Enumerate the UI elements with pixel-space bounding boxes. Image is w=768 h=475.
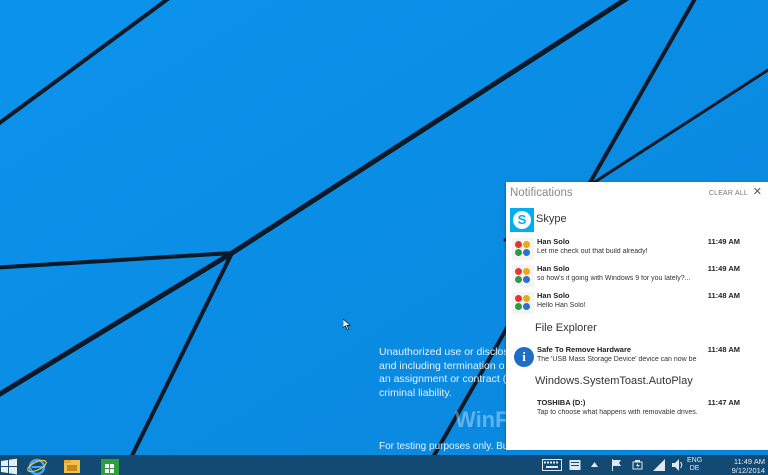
store-icon[interactable] — [99, 457, 121, 475]
show-hidden-icons-icon[interactable] — [591, 462, 598, 467]
action-center-icon[interactable] — [569, 459, 581, 471]
lang-layout: DE — [689, 465, 700, 472]
volume-icon[interactable] — [672, 459, 683, 471]
notification-title: TOSHIBA (D:) — [537, 398, 586, 407]
notification-message: Tap to choose what happens with removabl… — [537, 409, 697, 416]
touch-keyboard-icon[interactable] — [542, 459, 562, 471]
notification-message: Let me check out that build already! — [537, 248, 648, 255]
notification-item[interactable]: Han Solo Let me check out that build alr… — [506, 236, 768, 262]
group-title: Skype — [536, 213, 567, 225]
input-language-indicator[interactable]: ENG DE — [687, 457, 702, 473]
notification-time: 11:49 AM — [707, 264, 740, 273]
notification-time: 11:49 AM — [707, 237, 740, 246]
build-watermark-text: For testing purposes only. Build 9834 — [379, 441, 509, 452]
clock-date: 9/12/2014 — [731, 466, 765, 475]
panel-header: Notifications CLEAR ALL ✕ — [506, 182, 768, 204]
avatar — [512, 292, 534, 314]
group-title: Windows.SystemToast.AutoPlay — [535, 375, 693, 387]
notification-sender: Han Solo — [537, 237, 570, 246]
avatar — [512, 238, 534, 260]
group-header-autoplay[interactable]: Windows.SystemToast.AutoPlay — [506, 370, 768, 396]
group-header-skype[interactable]: S Skype — [506, 208, 768, 234]
clock-time: 11:49 AM — [733, 457, 765, 466]
windows-start-icon[interactable] — [0, 457, 18, 475]
file-explorer-icon[interactable] — [61, 457, 83, 475]
notification-time: 11:48 AM — [707, 345, 740, 354]
skype-icon: S — [510, 208, 534, 232]
notification-sender: Han Solo — [537, 291, 570, 300]
notification-message: The 'USB Mass Storage Device' device can… — [537, 356, 697, 363]
notification-message: Hello Han Solo! — [537, 302, 586, 309]
clear-all-button[interactable]: CLEAR ALL — [709, 190, 748, 197]
notification-sender: Han Solo — [537, 264, 570, 273]
taskbar: ENG DE 11:49 AM 9/12/2014 — [0, 455, 768, 475]
notification-time: 11:48 AM — [707, 291, 740, 300]
notification-item[interactable]: TOSHIBA (D:) Tap to choose what happens … — [506, 397, 768, 423]
lang-code: ENG — [687, 457, 703, 464]
system-clock[interactable]: 11:49 AM 9/12/2014 — [717, 457, 765, 475]
panel-title: Notifications — [510, 187, 573, 199]
notification-title: Safe To Remove Hardware — [537, 345, 632, 354]
flag-icon[interactable] — [612, 459, 622, 471]
internet-explorer-icon[interactable] — [26, 457, 48, 475]
mouse-cursor-icon — [343, 319, 351, 330]
avatar — [512, 265, 534, 287]
info-icon: i — [514, 347, 534, 367]
notification-message: so how's it going with Windows 9 for you… — [537, 275, 691, 282]
group-header-file-explorer[interactable]: File Explorer — [506, 317, 768, 343]
notification-item[interactable]: Han Solo so how's it going with Windows … — [506, 263, 768, 289]
close-icon[interactable]: ✕ — [753, 187, 762, 198]
notification-center-panel: Notifications CLEAR ALL ✕ S Skype Han So… — [506, 182, 768, 450]
network-signal-icon[interactable] — [653, 459, 665, 471]
power-battery-icon[interactable] — [632, 459, 644, 471]
notification-item[interactable]: Han Solo Hello Han Solo! 11:48 AM — [506, 290, 768, 316]
notification-item[interactable]: i Safe To Remove Hardware The 'USB Mass … — [506, 344, 768, 370]
notification-time: 11:47 AM — [707, 398, 740, 407]
group-title: File Explorer — [535, 322, 597, 334]
